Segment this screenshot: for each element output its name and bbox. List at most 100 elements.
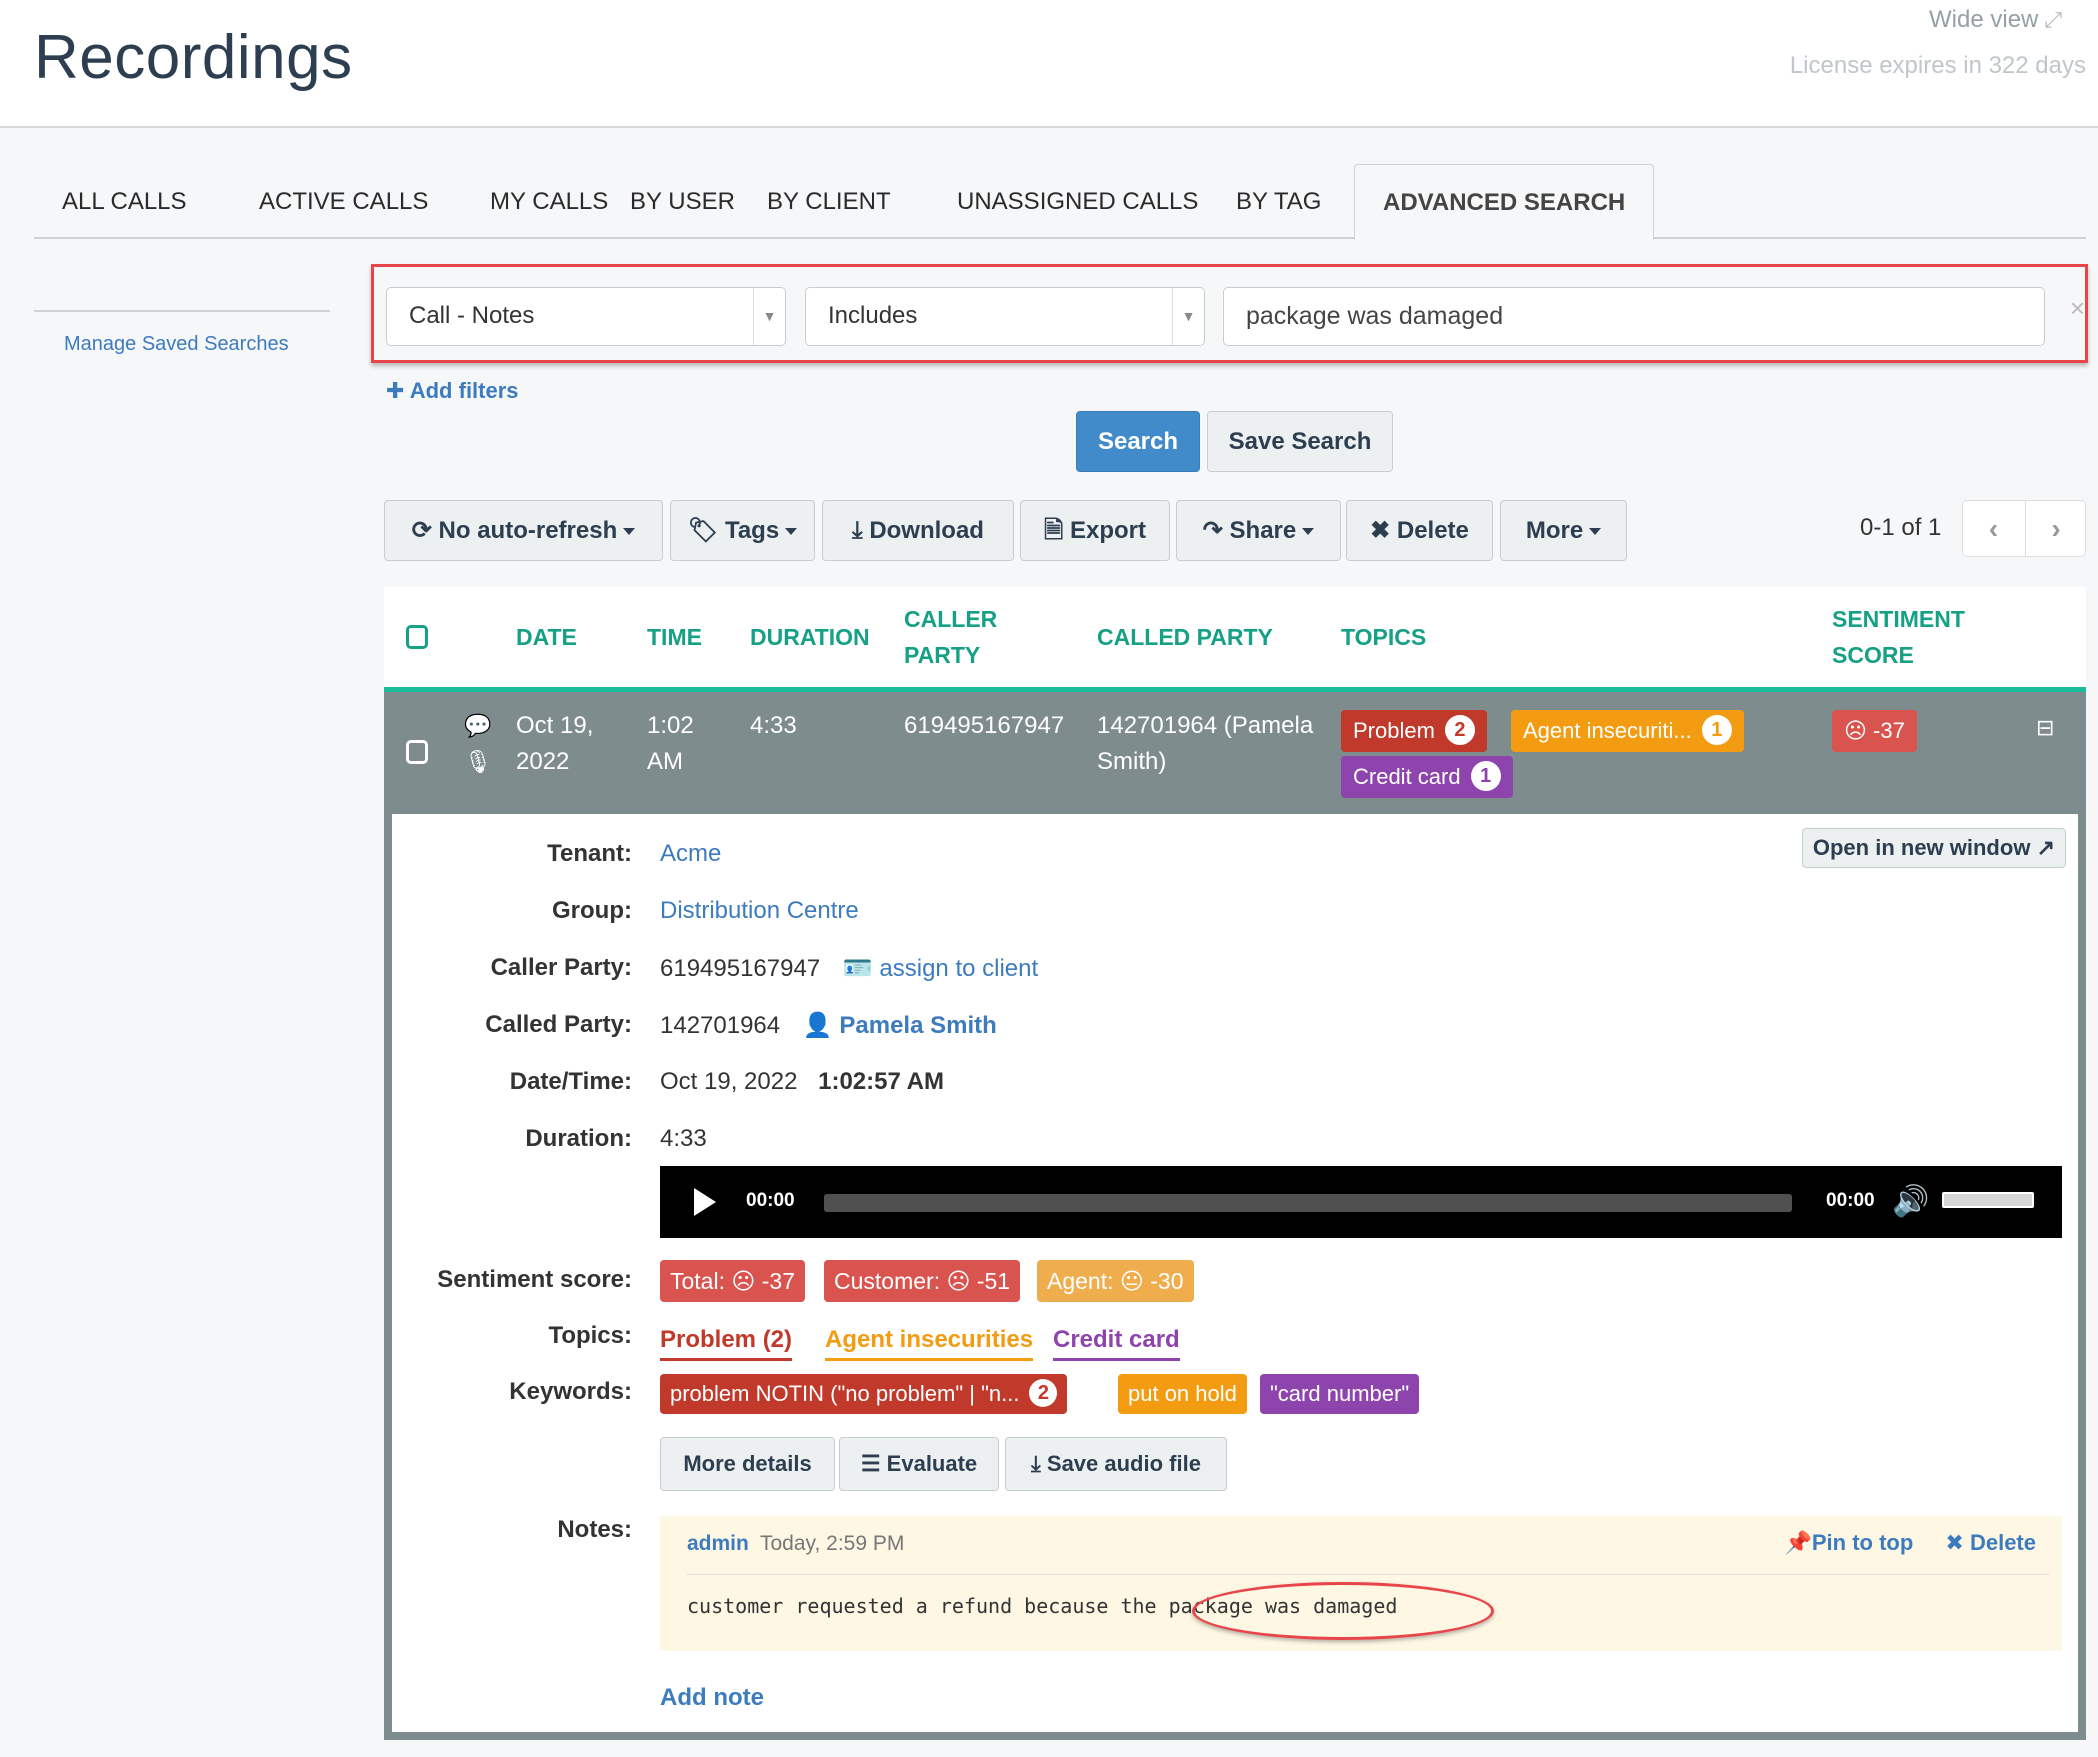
sentiment-agent-value: -30 (1150, 1268, 1184, 1294)
topic-link-agent-insecurities[interactable]: Agent insecurities (825, 1326, 1034, 1361)
note-timestamp: Today, 2:59 PM (760, 1532, 905, 1555)
add-filters-label: Add filters (409, 378, 519, 403)
note-item: admin Today, 2:59 PM 📌Pin to top ✖ Delet… (660, 1516, 2062, 1651)
column-caller-party-line1: CALLER (904, 606, 998, 632)
tenant-link[interactable]: Acme (660, 840, 721, 868)
pagination: ‹ › (1962, 500, 2086, 557)
topic-link-credit-card[interactable]: Credit card (1053, 1326, 1180, 1361)
keyword-badge-problem[interactable]: problem NOTIN ("no problem" | "n... 2 (660, 1374, 1068, 1414)
tab-unassigned-calls[interactable]: UNASSIGNED CALLS (929, 164, 1226, 239)
topic-badge-agent-insecurities[interactable]: Agent insecuriti... 1 (1511, 710, 1744, 752)
select-all-checkbox[interactable] (406, 625, 428, 649)
manage-saved-searches-link[interactable]: Manage Saved Searches (64, 333, 289, 356)
open-new-window-button[interactable]: Open in new window ↗ (1801, 828, 2066, 868)
filter-field-select[interactable]: Call - Notes ▼ (386, 287, 786, 346)
more-dropdown[interactable]: More (1500, 500, 1627, 561)
user-icon: 👤 (802, 1012, 833, 1039)
auto-refresh-label: No auto-refresh (438, 517, 618, 544)
caret-down-icon (623, 528, 636, 536)
topic-count: 1 (1470, 761, 1501, 792)
column-sentiment-score[interactable]: SENTIMENT SCORE (1832, 601, 1965, 673)
play-icon[interactable] (694, 1188, 716, 1216)
search-button[interactable]: Search (1076, 411, 1200, 472)
row-time-line1: 1:02 (647, 712, 694, 739)
pin-label: Pin to top (1811, 1530, 1914, 1555)
column-caller-party-line2: PARTY (904, 642, 981, 668)
tags-dropdown[interactable]: 🏷 Tags (670, 500, 815, 561)
topic-label: Problem (1353, 718, 1435, 743)
pin-to-top-link[interactable]: 📌Pin to top (1784, 1530, 1913, 1555)
group-label: Group: (552, 897, 632, 924)
caller-party-label: Caller Party: (490, 954, 632, 981)
tab-advanced-search[interactable]: ADVANCED SEARCH (1354, 164, 1655, 241)
evaluate-button[interactable]: ☰ Evaluate (839, 1437, 999, 1491)
chevron-right-icon[interactable]: › (2025, 501, 2086, 556)
filter-value-input[interactable] (1223, 287, 2045, 346)
plus-icon: ✚ (386, 378, 410, 403)
row-time: 1:02 AM (647, 708, 694, 780)
column-topics[interactable]: TOPICS (1341, 619, 1426, 655)
auto-refresh-dropdown[interactable]: ⟳ No auto-refresh (384, 500, 663, 561)
topic-label: Agent insecuriti... (1523, 718, 1692, 743)
recording-detail-panel: Open in new window ↗ Tenant: Acme Group:… (384, 814, 2086, 1740)
sentiment-badge: ☹ -37 (1832, 710, 1917, 752)
tab-by-tag[interactable]: BY TAG (1208, 164, 1349, 239)
column-called-party[interactable]: CALLED PARTY (1097, 619, 1273, 655)
row-duration: 4:33 (750, 712, 797, 739)
called-party-value: 142701964 👤 Pamela Smith (660, 1011, 997, 1040)
group-link[interactable]: Distribution Centre (660, 897, 859, 925)
keyword-badge-card-number[interactable]: "card number" (1260, 1374, 1420, 1414)
more-details-button[interactable]: More details (660, 1437, 835, 1491)
column-date[interactable]: DATE (516, 619, 577, 655)
tab-by-client[interactable]: BY CLIENT (739, 164, 919, 239)
remove-filter-icon[interactable]: × (2070, 293, 2085, 324)
note-actions: 📌Pin to top ✖ Delete (1784, 1530, 2036, 1556)
topic-link-problem[interactable]: Problem (2) (660, 1326, 793, 1361)
note-author[interactable]: admin (687, 1532, 749, 1556)
column-duration[interactable]: DURATION (750, 619, 870, 655)
add-filters-link[interactable]: ✚ Add filters (386, 378, 519, 404)
save-audio-file-button[interactable]: ⤓ Save audio file (1005, 1437, 1227, 1491)
column-time[interactable]: TIME (647, 619, 702, 655)
table-row[interactable]: 💬 🎙 Oct 19, 2022 1:02 AM 4:33 6194951679… (384, 687, 2086, 814)
seek-bar[interactable] (824, 1194, 1792, 1212)
called-party-user-link[interactable]: 👤 Pamela Smith (803, 1012, 997, 1039)
refresh-icon: ⟳ (411, 517, 439, 544)
volume-slider[interactable] (1942, 1192, 2034, 1208)
list-icon: ☰ (860, 1451, 887, 1476)
delete-button[interactable]: ✖ Delete (1346, 500, 1493, 561)
topic-badge-problem[interactable]: Problem 2 (1341, 710, 1487, 752)
tenant-label: Tenant: (547, 840, 632, 867)
column-caller-party[interactable]: CALLER PARTY (904, 601, 997, 673)
row-checkbox[interactable] (406, 740, 428, 764)
keyword-badge-put-on-hold[interactable]: put on hold (1118, 1374, 1247, 1414)
evaluate-label: Evaluate (886, 1451, 978, 1476)
caller-party-number: 619495167947 (660, 955, 821, 982)
caret-down-icon (1589, 528, 1602, 536)
sentiment-score-label: Sentiment score: (437, 1266, 632, 1293)
caret-down-icon (1302, 528, 1315, 536)
assign-to-client-link[interactable]: 🪪 assign to client (843, 955, 1038, 982)
chevron-left-icon[interactable]: ‹ (1963, 501, 2024, 556)
volume-icon[interactable]: 🔊 (1892, 1184, 1929, 1219)
tab-active-calls[interactable]: ACTIVE CALLS (231, 164, 456, 239)
delete-label: Delete (1396, 517, 1469, 544)
contact-card-icon: 🪪 (842, 955, 873, 982)
row-caller-party: 619495167947 (904, 712, 1065, 739)
add-note-link[interactable]: Add note (660, 1684, 764, 1712)
time-value: 1:02:57 AM (818, 1068, 944, 1095)
topic-badge-credit-card[interactable]: Credit card 1 (1341, 756, 1513, 798)
save-search-button[interactable]: Save Search (1207, 411, 1393, 472)
collapse-icon[interactable]: ⊟ (2036, 710, 2054, 746)
delete-note-link[interactable]: ✖ Delete (1945, 1530, 2036, 1555)
share-dropdown[interactable]: ↷ Share (1176, 500, 1341, 561)
wide-view-link[interactable]: Wide view ⤢ (1929, 6, 2062, 34)
tag-icon: 🏷 (687, 517, 725, 544)
filter-operator-select[interactable]: Includes ▼ (805, 287, 1205, 346)
download-button[interactable]: ⤓ Download (822, 500, 1014, 561)
comment-icon: 💬 (464, 713, 492, 738)
notes-label: Notes: (557, 1516, 632, 1543)
tab-all-calls[interactable]: ALL CALLS (34, 164, 215, 239)
filter-field-value: Call - Notes (409, 302, 535, 329)
export-button[interactable]: 🗎 Export (1020, 500, 1170, 561)
